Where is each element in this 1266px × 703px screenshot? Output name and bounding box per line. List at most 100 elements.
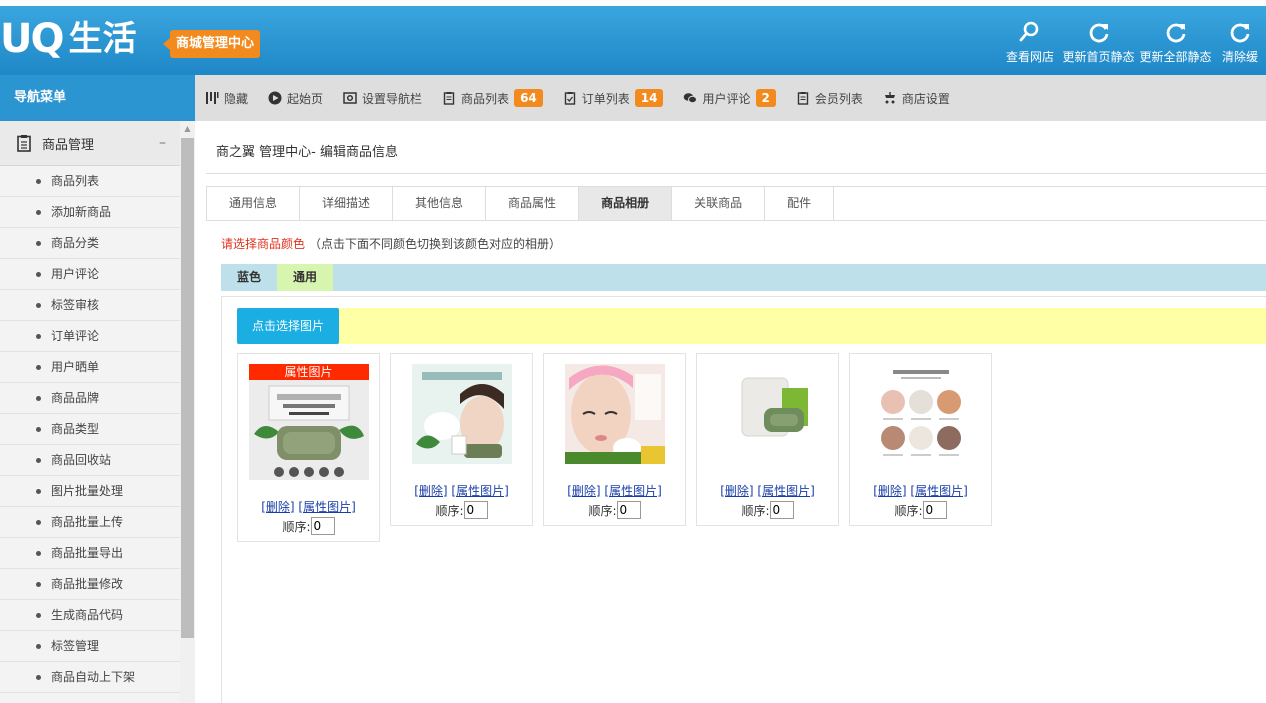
nav-settings[interactable]: 设置导航栏	[343, 90, 422, 107]
order-label: 顺序:	[435, 503, 464, 518]
set-attribute-image-link[interactable]: [属性图片]	[757, 484, 814, 498]
card-links: [删除] [属性图片]	[697, 482, 838, 499]
clear-cache-label: 清除缓	[1221, 50, 1258, 64]
color-hint-title: 请选择商品颜色	[221, 237, 306, 251]
sidebar-item-goods-list[interactable]: 商品列表	[0, 166, 180, 197]
delete-image-link[interactable]: [删除]	[414, 484, 447, 498]
nav-order-list[interactable]: 订单列表 14	[563, 89, 664, 107]
admin-center-badge: 商城管理中心	[162, 30, 261, 58]
refresh-icon	[1166, 23, 1185, 43]
sidebar-item-order-comments[interactable]: 订单评论	[0, 321, 180, 352]
gallery-cards: 属性图片 [删除] [属性图片] 顺序: 0 [删除] [属性图片] 顺序: 0…	[237, 353, 1002, 542]
order-input[interactable]	[310, 517, 335, 535]
sidebar-item-label: 用户评论	[51, 267, 100, 281]
card-order: 顺序:	[238, 517, 379, 535]
nav-start-page-label: 起始页	[287, 91, 324, 106]
set-attribute-image-link[interactable]: [属性图片]	[298, 500, 355, 514]
sidebar-item-auto-shelf[interactable]: 商品自动上下架	[0, 662, 180, 693]
card-links: [删除] [属性图片]	[850, 482, 991, 499]
sidebar-item-label: 图片批量处理	[51, 484, 124, 498]
sidebar-section-label: 商品管理	[42, 137, 95, 153]
nav-user-comments[interactable]: 用户评论 2	[683, 89, 776, 107]
sidebar-item-label: 标签管理	[51, 639, 100, 653]
sidebar-item-label: 商品回收站	[51, 453, 112, 467]
delete-image-link[interactable]: [删除]	[261, 500, 294, 514]
order-input[interactable]	[616, 501, 641, 519]
clipboard-icon	[17, 135, 31, 152]
scroll-thumb[interactable]	[181, 138, 194, 638]
order-label: 顺序:	[588, 503, 617, 518]
order-count-badge: 14	[634, 89, 664, 107]
sidebar-item-goods-type[interactable]: 商品类型	[0, 414, 180, 445]
attribute-image-label: 属性图片	[248, 364, 369, 380]
tab-other[interactable]: 其他信息	[393, 187, 487, 220]
sidebar-item-user-comments[interactable]: 用户评论	[0, 259, 180, 290]
sidebar-item-batch-edit[interactable]: 商品批量修改	[0, 569, 180, 600]
sidebar-item-user-show[interactable]: 用户晒单	[0, 352, 180, 383]
nav-settings-label: 设置导航栏	[362, 91, 423, 106]
header-actions: 查看网店 更新首页静态 更新全部静态 清除缓	[1000, 6, 1266, 75]
sidebar-item-gen-code[interactable]: 生成商品代码	[0, 600, 180, 631]
view-shop-button[interactable]: 查看网店	[1000, 6, 1060, 75]
gallery-card: [删除] [属性图片] 顺序:	[390, 353, 533, 526]
update-home-static-button[interactable]: 更新首页静态	[1060, 6, 1137, 75]
sidebar-item-label: 商品自动上下架	[51, 670, 136, 684]
delete-image-link[interactable]: [删除]	[873, 484, 906, 498]
logo: UQ 生活	[0, 16, 136, 62]
nav-start-page[interactable]: 起始页	[268, 90, 323, 107]
tab-general[interactable]: 通用信息	[207, 187, 301, 220]
settings-icon	[343, 92, 357, 104]
logo-text: 生活	[68, 19, 137, 59]
update-home-static-label: 更新首页静态	[1062, 50, 1135, 64]
nav-hide[interactable]: 隐藏	[205, 90, 248, 107]
sidebar-item-label: 商品批量修改	[51, 577, 124, 591]
scroll-up-arrow-icon[interactable]: ▲	[180, 121, 195, 137]
set-attribute-image-link[interactable]: [属性图片]	[910, 484, 967, 498]
color-option-blue[interactable]: 蓝色	[221, 264, 277, 291]
clipboard-icon	[797, 92, 809, 105]
collapse-icon[interactable]: –	[159, 135, 166, 151]
color-option-general[interactable]: 通用	[277, 264, 334, 291]
sidebar-item-tag-review[interactable]: 标签审核	[0, 290, 180, 321]
set-attribute-image-link[interactable]: [属性图片]	[604, 484, 661, 498]
top-navbar: 导航菜单 隐藏 起始页 设置导航栏 商品列表 64 订单列表 14 用户评论 2	[0, 75, 1266, 121]
update-all-static-button[interactable]: 更新全部静态	[1137, 6, 1214, 75]
sidebar-item-brand[interactable]: 商品品牌	[0, 383, 180, 414]
card-order: 顺序:	[850, 501, 991, 519]
order-input[interactable]	[769, 501, 794, 519]
columns-icon	[206, 92, 219, 104]
tab-related[interactable]: 关联商品	[672, 187, 766, 220]
sidebar-item-image-batch[interactable]: 图片批量处理	[0, 476, 180, 507]
order-input[interactable]	[922, 501, 947, 519]
tab-gallery[interactable]: 商品相册	[579, 187, 673, 220]
set-attribute-image-link[interactable]: [属性图片]	[451, 484, 508, 498]
order-label: 顺序:	[741, 503, 770, 518]
nav-shop-settings[interactable]: 商店设置	[883, 90, 950, 107]
sidebar-item-label: 商品类型	[51, 422, 100, 436]
sidebar-section-goods[interactable]: 商品管理 –	[0, 121, 180, 166]
select-image-button[interactable]: 点击选择图片	[237, 308, 339, 344]
title-divider	[206, 173, 1266, 174]
delete-image-link[interactable]: [删除]	[720, 484, 753, 498]
nav-goods-list[interactable]: 商品列表 64	[442, 89, 543, 107]
tab-accessories[interactable]: 配件	[765, 187, 835, 220]
order-input[interactable]	[463, 501, 488, 519]
card-links: [删除] [属性图片]	[238, 498, 379, 515]
nav-member-list[interactable]: 会员列表	[796, 90, 863, 107]
clear-cache-button[interactable]: 清除缓	[1214, 6, 1266, 75]
play-circle-icon	[268, 91, 282, 105]
view-shop-label: 查看网店	[1005, 50, 1054, 64]
gallery-card: [删除] [属性图片] 顺序:	[849, 353, 992, 526]
sidebar-item-batch-export[interactable]: 商品批量导出	[0, 538, 180, 569]
sidebar-item-category[interactable]: 商品分类	[0, 228, 180, 259]
sidebar-scrollbar[interactable]: ▲	[180, 121, 195, 703]
sidebar-item-batch-upload[interactable]: 商品批量上传	[0, 507, 180, 538]
delete-image-link[interactable]: [删除]	[567, 484, 600, 498]
sidebar-item-label: 商品列表	[51, 174, 100, 188]
sidebar-item-tag-manage[interactable]: 标签管理	[0, 631, 180, 662]
tab-description[interactable]: 详细描述	[300, 187, 394, 220]
sidebar-item-label: 商品批量导出	[51, 546, 124, 560]
sidebar-item-recycle-bin[interactable]: 商品回收站	[0, 445, 180, 476]
sidebar-item-add-goods[interactable]: 添加新商品	[0, 197, 180, 228]
tab-attributes[interactable]: 商品属性	[486, 187, 580, 220]
